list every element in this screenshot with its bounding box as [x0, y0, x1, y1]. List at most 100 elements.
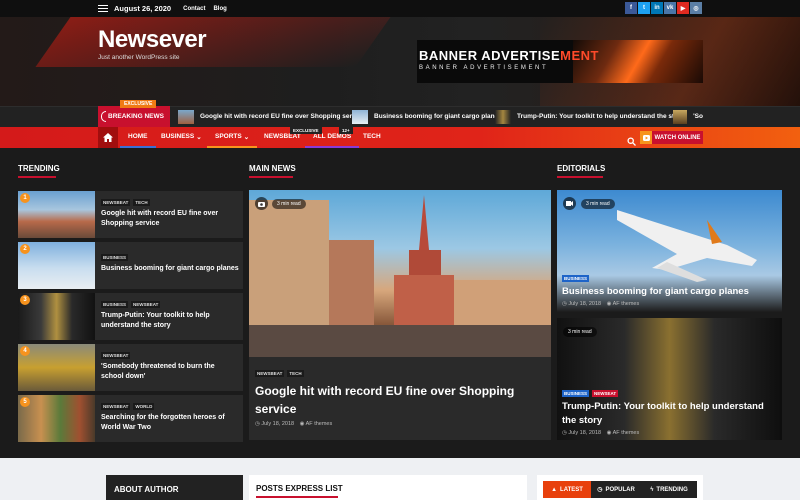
watch-online-button[interactable]: WATCH ONLINE — [652, 131, 703, 144]
rank-badge: 2 — [20, 244, 30, 254]
read-time: 3 min read — [581, 199, 615, 209]
breaking-item-title: Business booming for giant cargo planes — [374, 113, 502, 120]
clock-icon: ◷ — [597, 487, 603, 493]
tag-list: NEWSBEAT WORLD — [101, 403, 155, 410]
facebook-icon[interactable]: f — [625, 2, 637, 14]
header-decoration — [35, 17, 405, 67]
top-link-blog[interactable]: Blog — [213, 6, 226, 12]
breaking-thumb — [495, 109, 511, 124]
breaking-item[interactable]: Trump-Putin: Your toolkit to help unders… — [495, 108, 684, 125]
trending-card[interactable]: 5 NEWSBEAT WORLD Searching for the forgo… — [18, 395, 243, 442]
instagram-icon[interactable]: ◎ — [690, 2, 702, 14]
breaking-thumb — [673, 109, 688, 124]
trending-card[interactable]: 1 NEWSBEAT TECH Google hit with record E… — [18, 191, 243, 238]
search-icon[interactable] — [627, 133, 636, 146]
breaking-thumb — [178, 109, 194, 124]
nav-sports[interactable]: SPORTS ⌄ — [207, 127, 258, 148]
linkedin-icon[interactable]: in — [651, 2, 663, 14]
category-tag[interactable]: NEWSEAT — [592, 390, 619, 397]
tab-popular[interactable]: ◷ POPULAR — [591, 481, 641, 498]
play-icon[interactable] — [640, 131, 652, 144]
banner-subheading: BANNER ADVERTISEMENT — [419, 65, 549, 71]
heading-underline — [256, 496, 338, 498]
tag-list: NEWSBEAT — [101, 352, 131, 359]
tab-trending[interactable]: ϟ TRENDING — [641, 481, 697, 498]
rank-badge: 5 — [20, 397, 30, 407]
category-tag[interactable]: BUSINESS — [562, 390, 590, 397]
category-tag[interactable]: WORLD — [133, 403, 155, 410]
clock-icon: ◷ — [562, 301, 567, 307]
breaking-news-label: BREAKING NEWS — [98, 106, 170, 127]
post-author[interactable]: AF themes — [306, 421, 333, 427]
category-tag[interactable]: TECH — [287, 370, 304, 377]
editorial-card[interactable]: 3 min read BUSINESS NEWSEAT Trump-Putin:… — [557, 318, 782, 440]
nav-business[interactable]: BUSINESS ⌄ — [153, 127, 210, 148]
tag-list: NEWSBEAT TECH — [255, 370, 304, 377]
tag-list: BUSINESS — [562, 275, 590, 282]
nav-home[interactable]: HOME — [120, 127, 156, 148]
breaking-item[interactable]: Business booming for giant cargo planes — [352, 108, 502, 125]
trending-heading: TRENDING — [18, 164, 60, 173]
category-tag[interactable]: NEWSBEAT — [255, 370, 285, 377]
tab-latest[interactable]: ▲ LATEST — [543, 481, 591, 498]
breaking-item-title: Google hit with record EU fine over Shop… — [200, 113, 365, 120]
top-bar: August 26, 2020 Contact Blog f t in vk ▶… — [0, 0, 800, 17]
banner-advertisement[interactable]: BANNER ADVERTISEMENT BANNER ADVERTISEMEN… — [417, 40, 703, 83]
camera-icon — [255, 197, 268, 210]
chevron-down-icon: ⌄ — [243, 133, 250, 141]
category-tag[interactable]: NEWSBEAT — [101, 352, 131, 359]
home-icon[interactable] — [98, 127, 118, 148]
menu-icon[interactable] — [98, 5, 108, 12]
about-author-widget: ABOUT AUTHOR — [106, 475, 243, 500]
twitter-icon[interactable]: t — [638, 2, 650, 14]
social-links: f t in vk ▶ ◎ — [625, 2, 702, 14]
trending-card[interactable]: 4 NEWSBEAT 'Somebody threatened to burn … — [18, 344, 243, 391]
bolt-icon: ϟ — [650, 486, 654, 493]
rank-badge: 3 — [20, 295, 30, 305]
user-icon: ◉ — [606, 430, 612, 436]
tag-list: BUSINESS NEWSEAT — [562, 390, 619, 397]
trending-title[interactable]: Business booming for giant cargo planes — [101, 264, 239, 274]
category-tag[interactable]: BUSINESS — [101, 254, 129, 261]
nav-label: SPORTS — [215, 133, 242, 140]
category-tag[interactable]: NEWSBEAT — [101, 199, 131, 206]
editorial-card[interactable]: 3 min read BUSINESS Business booming for… — [557, 190, 782, 312]
trending-card[interactable]: 3 BUSINESS NEWSBEAT Trump-Putin: Your to… — [18, 293, 243, 340]
editorial-title[interactable]: Business booming for giant cargo planes — [562, 285, 778, 299]
trending-card[interactable]: 2 BUSINESS Business booming for giant ca… — [18, 242, 243, 289]
vk-icon[interactable]: vk — [664, 2, 676, 14]
read-time: 3 min read — [272, 199, 306, 209]
banner-heading: BANNER ADVERTISEMENT — [419, 48, 599, 63]
read-time: 3 min read — [563, 327, 597, 337]
main-news-image[interactable] — [249, 190, 551, 357]
site-title[interactable]: Newsever — [98, 26, 207, 54]
post-date: July 18, 2018 — [568, 301, 602, 307]
tag-list: NEWSBEAT TECH — [101, 199, 150, 206]
post-author[interactable]: AF themes — [613, 430, 640, 436]
trending-title[interactable]: 'Somebody threatened to burn the school … — [101, 362, 239, 382]
clock-icon: ◷ — [255, 421, 260, 427]
posts-express-heading: POSTS EXPRESS LIST — [256, 484, 343, 493]
trending-title[interactable]: Google hit with record EU fine over Shop… — [101, 209, 239, 229]
post-author[interactable]: AF themes — [613, 301, 640, 307]
trending-title[interactable]: Trump-Putin: Your toolkit to help unders… — [101, 311, 239, 331]
editorial-title[interactable]: Trump-Putin: Your toolkit to help unders… — [562, 400, 778, 428]
category-tag[interactable]: BUSINESS — [101, 301, 129, 308]
top-link-contact[interactable]: Contact — [183, 6, 205, 12]
breaking-item[interactable]: 'So — [673, 108, 703, 125]
category-tag[interactable]: NEWSBEAT — [101, 403, 131, 410]
category-tag[interactable]: NEWSBEAT — [131, 301, 161, 308]
breaking-thumb — [352, 109, 368, 124]
tag-list: BUSINESS — [101, 254, 129, 261]
youtube-icon[interactable]: ▶ — [677, 2, 689, 14]
nav-tech[interactable]: TECH — [355, 127, 389, 148]
heading-underline — [557, 176, 603, 178]
clock-icon: ◷ — [562, 430, 567, 436]
main-news-title[interactable]: Google hit with record EU fine over Shop… — [255, 382, 545, 418]
trending-title[interactable]: Searching for the forgotten heroes of Wo… — [101, 413, 239, 433]
exclusive-badge: EXCLUSIVE — [120, 100, 157, 108]
breaking-item[interactable]: Google hit with record EU fine over Shop… — [178, 108, 365, 125]
category-tag[interactable]: BUSINESS — [562, 275, 590, 282]
category-tag[interactable]: TECH — [133, 199, 150, 206]
tab-label: POPULAR — [605, 486, 635, 493]
